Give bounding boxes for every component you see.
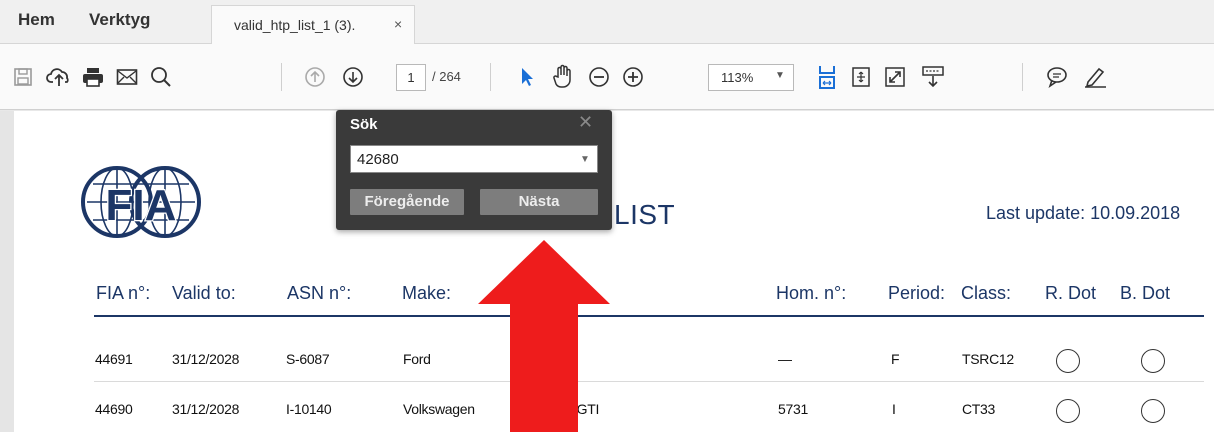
header-hom-no: Hom. n°:	[776, 283, 847, 303]
row2-valid-to: 31/12/2028	[172, 401, 240, 417]
zoom-value: 113%	[721, 70, 754, 85]
header-rule	[94, 315, 1204, 317]
email-icon[interactable]	[112, 62, 142, 92]
highlight-pen-icon[interactable]	[1080, 62, 1110, 92]
row2-asn-no: I-10140	[286, 401, 332, 417]
row2-r-dot	[1056, 399, 1080, 423]
header-valid-to: Valid to:	[172, 283, 236, 303]
pdf-viewer-window: Hem Verktyg valid_htp_list_1 (3). × 1 / …	[0, 0, 1214, 432]
fit-width-icon[interactable]	[812, 62, 842, 92]
cloud-upload-icon[interactable]	[44, 62, 74, 92]
comment-icon[interactable]	[1042, 62, 1072, 92]
page-fit-icon[interactable]	[846, 62, 876, 92]
chevron-down-icon: ▼	[775, 70, 785, 81]
chevron-down-icon[interactable]: ▼	[580, 154, 590, 165]
find-popup: Sök ✕ ▼ Föregående Nästa	[336, 110, 612, 230]
document-tab[interactable]: valid_htp_list_1 (3). ×	[211, 5, 415, 45]
full-screen-icon[interactable]	[880, 62, 910, 92]
zoom-out-icon[interactable]	[584, 62, 614, 92]
hand-icon[interactable]	[548, 62, 578, 92]
row1-r-dot	[1056, 349, 1080, 373]
page-number-input[interactable]: 1	[396, 64, 426, 91]
header-period: Period:	[888, 283, 946, 303]
toolbar-separator	[1022, 63, 1023, 91]
page-total: / 264	[432, 69, 461, 84]
toolbar-separator	[490, 63, 491, 91]
row2-make: Volkswagen	[403, 401, 475, 417]
tab-close-icon[interactable]: ×	[394, 16, 402, 32]
select-cursor-icon[interactable]	[512, 62, 542, 92]
fia-logo: FIA	[81, 162, 201, 242]
toolbar-separator	[281, 63, 282, 91]
document-tab-label: valid_htp_list_1 (3).	[234, 17, 356, 33]
scroll-mode-icon[interactable]	[918, 62, 948, 92]
prev-page-icon[interactable]	[300, 62, 330, 92]
row1-asn-no: S-6087	[286, 351, 330, 367]
tab-bar: Hem Verktyg valid_htp_list_1 (3). ×	[0, 0, 1214, 45]
header-fia-no: FIA n°:	[96, 283, 151, 303]
header-r-dot: R. Dot	[1045, 283, 1097, 303]
row1-valid-to: 31/12/2028	[172, 351, 240, 367]
row1-hom-no: —	[778, 351, 792, 367]
zoom-select[interactable]: 113% ▼	[708, 64, 794, 91]
next-button[interactable]: Nästa	[480, 189, 598, 215]
toolbar: 1 / 264 113% ▼	[0, 44, 1214, 110]
zoom-in-icon[interactable]	[618, 62, 648, 92]
last-update: Last update: 10.09.2018	[986, 203, 1181, 223]
save-icon[interactable]	[8, 62, 38, 92]
row-divider	[94, 381, 1204, 382]
row2-hom-no: 5731	[778, 401, 808, 417]
close-icon[interactable]: ✕	[578, 112, 593, 133]
row1-period: F	[891, 351, 900, 367]
row2-class: CT33	[962, 401, 996, 417]
next-page-icon[interactable]	[338, 62, 368, 92]
document-title: LIST	[614, 199, 676, 230]
menu-tools[interactable]: Verktyg	[89, 10, 150, 30]
row1-fia-no: 44691	[95, 351, 133, 367]
find-input[interactable]	[350, 145, 598, 173]
print-icon[interactable]	[78, 62, 108, 92]
header-asn-no: ASN n°:	[287, 283, 352, 303]
row2-fia-no: 44690	[95, 401, 133, 417]
row2-b-dot	[1141, 399, 1165, 423]
row1-make: Ford	[403, 351, 431, 367]
fia-logo-text: FIA	[106, 181, 177, 230]
find-title: Sök	[350, 116, 378, 133]
search-icon[interactable]	[146, 62, 176, 92]
header-make: Make:	[402, 283, 452, 303]
previous-button[interactable]: Föregående	[350, 189, 464, 215]
header-b-dot: B. Dot	[1120, 283, 1171, 303]
row2-period: I	[892, 401, 896, 417]
menu-home[interactable]: Hem	[18, 10, 55, 30]
red-arrow-annotation	[476, 238, 612, 432]
row1-b-dot	[1141, 349, 1165, 373]
row1-class: TSRC12	[962, 351, 1014, 367]
pdf-page: FIA LIST Last update: 10.09.2018 FIA n°:…	[14, 111, 1214, 432]
header-class: Class:	[961, 283, 1012, 303]
